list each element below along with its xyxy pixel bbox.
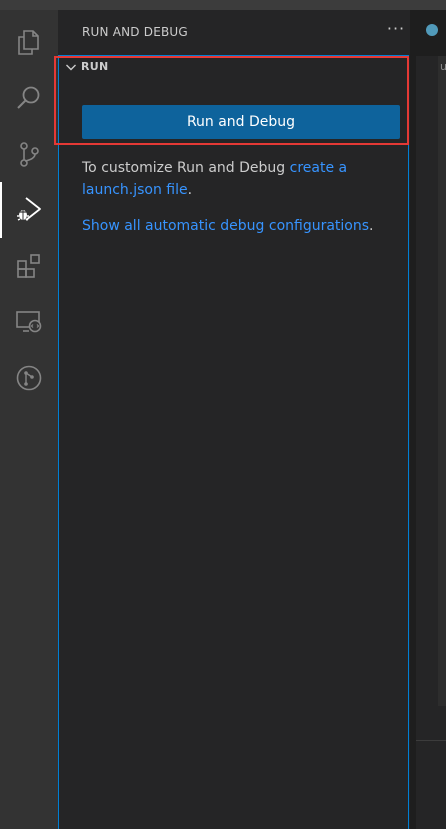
activity-item-search[interactable] <box>0 70 58 126</box>
more-actions-icon[interactable]: ··· <box>386 20 406 44</box>
run-and-debug-button[interactable]: Run and Debug <box>82 105 400 139</box>
editor-area: u <box>410 10 446 829</box>
editor-divider <box>416 740 446 741</box>
run-section-header[interactable]: RUN <box>59 56 409 78</box>
sidebar-title: RUN AND DEBUG <box>82 25 188 39</box>
activity-item-github[interactable] <box>0 350 58 406</box>
github-icon <box>16 365 42 391</box>
editor-tab-text: u <box>440 60 446 73</box>
run-and-debug-icon <box>17 197 41 221</box>
customize-info-text: To customize Run and Debug create a laun… <box>82 157 400 201</box>
period: . <box>369 218 374 234</box>
remote-explorer-icon <box>16 311 42 333</box>
run-and-debug-sidebar: RUN AND DEBUG ··· RUN Run and Debug To c… <box>58 10 410 829</box>
chevron-down-icon <box>66 64 76 71</box>
activity-item-remote-explorer[interactable] <box>0 294 58 350</box>
show-automatic-debug-configurations-link[interactable]: Show all automatic debug configurations <box>82 218 369 234</box>
activity-item-explorer[interactable] <box>0 14 58 70</box>
run-section-title: RUN <box>81 60 109 73</box>
editor-column <box>438 56 446 706</box>
activity-bar <box>0 10 58 829</box>
activity-item-run-and-debug[interactable] <box>0 182 58 238</box>
source-control-icon <box>20 142 39 167</box>
title-bar <box>0 0 446 10</box>
editor-tab[interactable] <box>426 22 446 42</box>
period: . <box>187 182 193 198</box>
automatic-debug-configs-line: Show all automatic debug configurations. <box>82 215 400 237</box>
extensions-icon <box>17 254 40 278</box>
explorer-icon <box>18 30 39 55</box>
file-icon <box>426 24 438 36</box>
run-section: RUN Run and Debug To customize Run and D… <box>58 55 409 829</box>
activity-item-source-control[interactable] <box>0 126 58 182</box>
customize-text: To customize Run and Debug <box>82 160 290 176</box>
sidebar-header: RUN AND DEBUG ··· <box>58 10 410 55</box>
activity-item-extensions[interactable] <box>0 238 58 294</box>
search-icon <box>17 86 40 109</box>
